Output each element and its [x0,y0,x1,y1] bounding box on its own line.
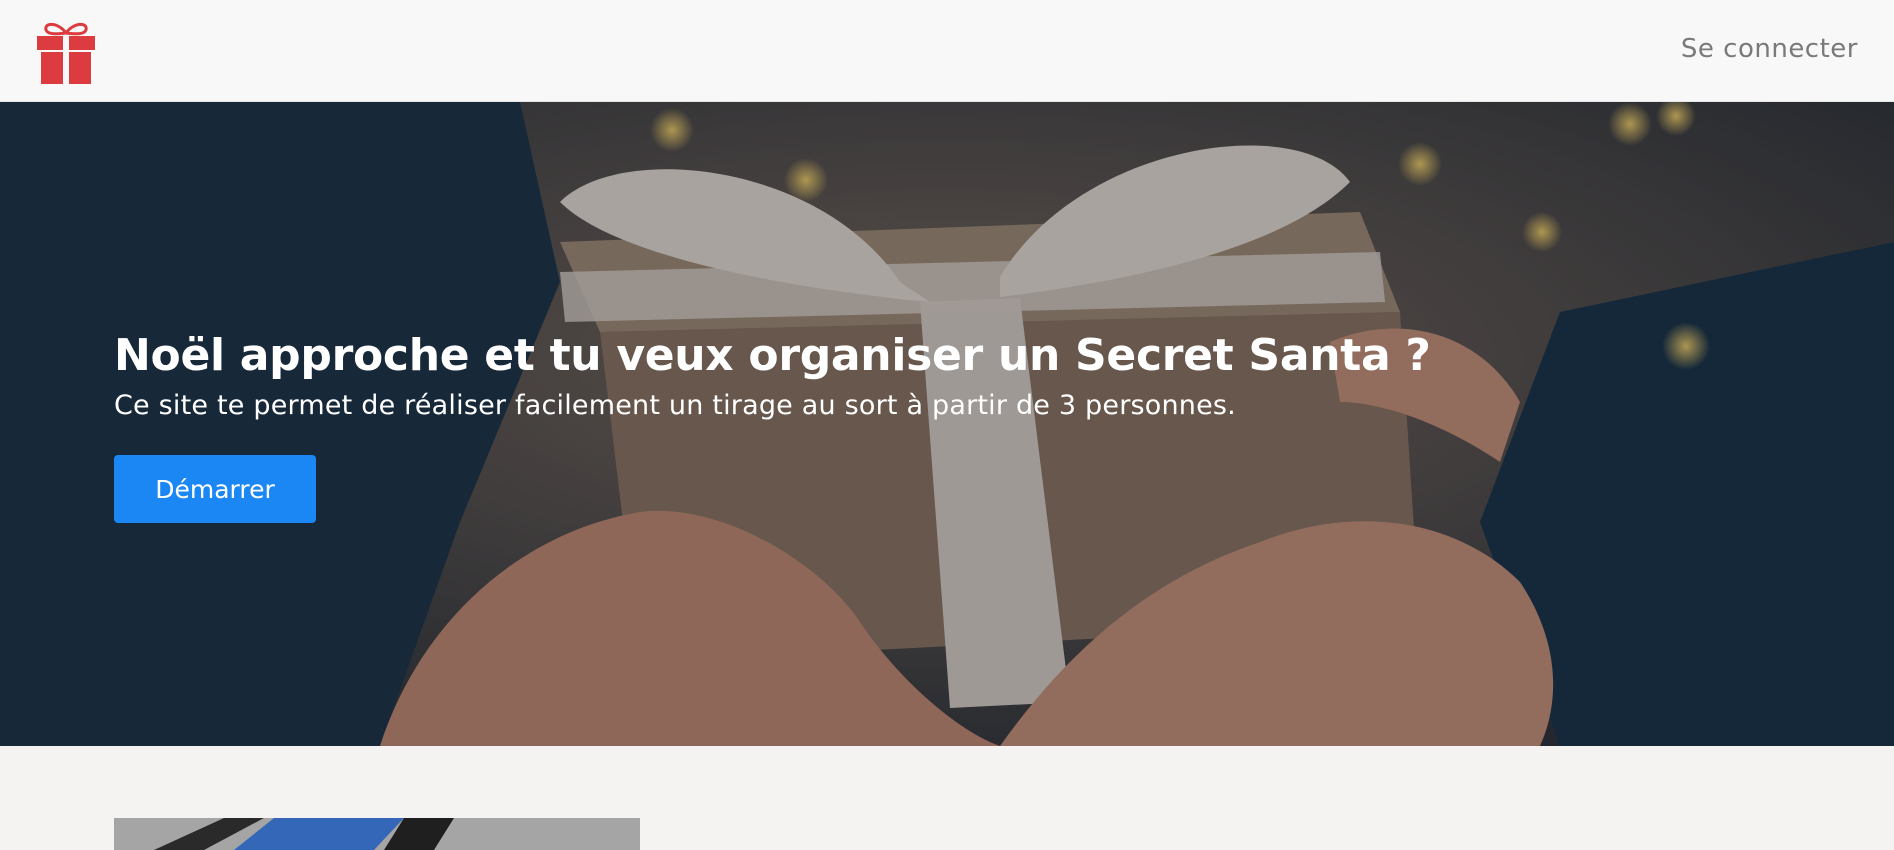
login-link[interactable]: Se connecter [1681,34,1858,64]
hero-banner: Noël approche et tu veux organiser un Se… [0,102,1894,746]
hero-title: Noël approche et tu veux organiser un Se… [114,330,1431,381]
preview-image [114,818,640,850]
navbar: Se connecter [0,0,1894,102]
hero-subtitle: Ce site te permet de réaliser facilement… [114,390,1236,421]
gift-icon[interactable] [36,20,96,84]
preview-photo [114,818,640,850]
start-button[interactable]: Démarrer [114,455,316,523]
hero-overlay [0,102,1894,746]
